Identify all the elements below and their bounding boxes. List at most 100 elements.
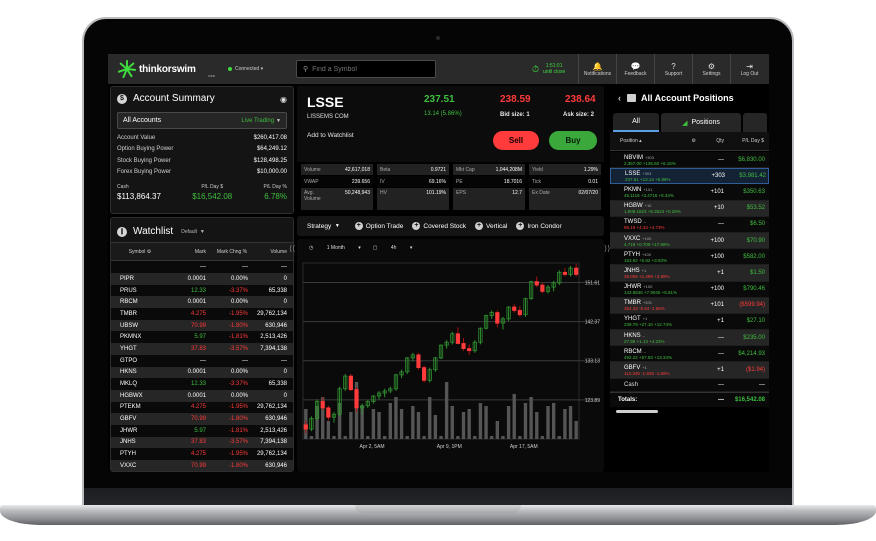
- position-row[interactable]: PTYH +100 153.92 +5.82 +3.93% +100 $582.00: [610, 249, 769, 266]
- col-pl-day[interactable]: P/L Day $: [724, 138, 767, 144]
- position-row[interactable]: JHWR +100 143.8846 +7.9046 +5.81% +100 $790…: [610, 281, 769, 298]
- logout-button[interactable]: ⇥ Log Out: [730, 54, 768, 84]
- watchlist-row[interactable]: PIPR 0.0001 0.00% 0: [111, 273, 293, 285]
- watchlist-row[interactable]: YHGT 37.83 -3.57% 7,394,138: [111, 343, 293, 355]
- watchlist-row[interactable]: HKNS 0.0001 0.00% 0: [111, 366, 293, 379]
- position-name: TWSD –96.19 +4.34 +4.73%: [610, 218, 694, 230]
- position-row[interactable]: RBCM –492.22 +57.93 +13.34% — $4,214.93: [610, 346, 769, 363]
- col-mark[interactable]: Mark: [169, 249, 206, 255]
- iron-condor-button[interactable]: + Iron Condor: [516, 222, 562, 230]
- add-to-watchlist-link[interactable]: Add to Watchlist: [307, 132, 354, 139]
- support-button[interactable]: ? Support: [654, 54, 692, 84]
- account-select[interactable]: All Accounts Live Trading ▼: [117, 112, 287, 129]
- position-qty: +101: [710, 188, 724, 195]
- vertical-label: Vertical: [486, 222, 508, 230]
- position-row[interactable]: HGBW +10 1,908.1823 +5.3523 +0.28% +10 $53.…: [610, 200, 769, 217]
- row-mark: 70.99: [190, 416, 206, 423]
- position-row[interactable]: NBVIM +303 2,357.00 +136.60 +6.15% — $6,830…: [610, 152, 769, 169]
- strategy-dropdown[interactable]: Strategy ▼: [307, 223, 340, 230]
- notifications-button[interactable]: 🔔 Notifications: [578, 54, 616, 84]
- position-row[interactable]: PKMN +101 45.1116 +3.4716 +8.34% +101 $350.…: [610, 184, 769, 201]
- collapse-left-handle[interactable]: ⟨⟨: [289, 244, 295, 253]
- col-mark-change[interactable]: Mark Chng %: [206, 249, 248, 255]
- horizontal-scrollbar[interactable]: [616, 409, 658, 413]
- col-position[interactable]: Position ▴: [610, 138, 670, 144]
- watchlist-row[interactable]: GTPO — — —: [111, 354, 293, 367]
- volume-bar: [518, 436, 522, 439]
- watchlist-row[interactable]: UBSW 70.99 -1.80% 630,946: [111, 319, 293, 332]
- watchlist-row[interactable]: TMBR 4.275 -1.95% 29,762,134: [111, 308, 293, 320]
- watchlist-row[interactable]: PRUS 12.33 -3.37% 65,338: [111, 284, 293, 297]
- logo[interactable]: thinkorswim WEB: [118, 60, 228, 78]
- feedback-button[interactable]: 💬 Feedback: [616, 54, 654, 84]
- symbol-search[interactable]: ⚲: [296, 60, 436, 78]
- position-row[interactable]: TMBR +101 354.33 -5.94 -1.65% +101 ($599.94…: [610, 297, 769, 314]
- volume-bar: [551, 403, 556, 439]
- position-pl: $53.52: [746, 205, 765, 212]
- position-row[interactable]: GBFV +1 112.345 -1.935 -1.69% +1 ($1.94): [610, 362, 769, 379]
- watchlist-row[interactable]: VXXC 70.99 -1.80% 630,946: [111, 460, 293, 471]
- watchlist-row[interactable]: PKMNX 5.97 -1.81% 2,513,426: [111, 331, 293, 344]
- position-quote: 153.92 +5.82 +3.93%: [624, 257, 668, 263]
- position-pl: $350.63: [743, 188, 765, 195]
- eye-icon[interactable]: ◉: [280, 95, 287, 104]
- search-input[interactable]: [312, 65, 428, 73]
- row-volume: 0: [283, 275, 287, 282]
- option-trade-button[interactable]: + Option Trade: [354, 222, 403, 230]
- volume-bar: [377, 412, 381, 439]
- gear-icon[interactable]: ⚙: [147, 249, 151, 255]
- covered-stock-button[interactable]: + Covered Stock: [412, 222, 466, 230]
- position-row[interactable]: VXXC +100 4.719 +0.709 +17.68% +100 $70.90: [610, 232, 769, 250]
- price-chart[interactable]: 151.61 142.37 133.13 123.89 Apr 2, 5AM Apr 9,…: [297, 259, 604, 472]
- tab-more[interactable]: [743, 113, 767, 132]
- tab-all[interactable]: All: [613, 113, 659, 132]
- settings-label: Settings: [702, 70, 721, 77]
- position-row[interactable]: TWSD –96.19 +4.34 +4.73% — $6.50: [610, 216, 769, 233]
- buy-button[interactable]: Buy: [549, 131, 597, 150]
- watchlist-select[interactable]: Default ▼: [181, 229, 205, 235]
- candle-body: [534, 281, 539, 286]
- back-icon[interactable]: ‹: [618, 93, 621, 103]
- candle-body: [354, 389, 359, 409]
- watchlist-row[interactable]: PTYH 4.275 -1.95% 29,762,134: [111, 448, 293, 460]
- range-select[interactable]: ◷ 1 Month ▾: [309, 245, 361, 251]
- settings-button[interactable]: ⚙ Settings: [692, 54, 730, 84]
- watchlist-row[interactable]: HGBWX 0.0001 0.00% 0: [111, 389, 293, 402]
- stat-cell: Volume 42,617,018: [301, 164, 373, 175]
- col-volume[interactable]: Volume: [248, 249, 291, 255]
- connection-status[interactable]: Connected ▾: [228, 66, 296, 72]
- sell-button[interactable]: Sell: [493, 131, 539, 150]
- position-name: HKNS –27.99 +1.13 +4.22%: [610, 332, 694, 344]
- candle-body: [574, 267, 579, 275]
- position-qty: +100: [710, 237, 724, 244]
- pl-pct-value: 6.78%: [264, 192, 287, 201]
- row-change: 0.00%: [230, 299, 248, 306]
- dollar-icon: $: [117, 93, 127, 104]
- watchlist-row[interactable]: JNHS 37.83 -3.57% 7,394,138: [111, 436, 293, 449]
- quote-panel: LSSE LISSEMS COM Add to Watchlist 237.51…: [297, 86, 604, 162]
- watchlist-row[interactable]: PTEKM 4.275 -1.95% 29,762,134: [111, 401, 293, 414]
- vertical-button[interactable]: + Vertical: [475, 222, 507, 230]
- plus-icon: +: [475, 222, 484, 230]
- position-qty-badge: +1: [641, 267, 647, 273]
- position-qty: +10: [713, 205, 724, 212]
- watchlist-row[interactable]: RBCM 0.0001 0.00% 0: [111, 296, 293, 309]
- interval-select[interactable]: ▢ 4h ▾: [373, 245, 413, 251]
- gear-icon[interactable]: ⚙: [670, 138, 702, 144]
- watchlist-row[interactable]: GBFV 70.99 -1.80% 630,946: [111, 413, 293, 425]
- row-change: -1.80%: [228, 462, 248, 469]
- position-row[interactable]: HKNS –27.99 +1.13 +4.22% — $235.00: [610, 330, 769, 347]
- stat-cell: EPS 12.7: [453, 188, 525, 210]
- positions-list: NBVIM +303 2,357.00 +136.60 +6.15% — $6,830…: [610, 152, 769, 413]
- watchlist-row[interactable]: JHWR 5.97 -1.81% 2,513,426: [111, 424, 293, 437]
- position-row[interactable]: LSSE +303 237.51 +13.14 +5.86% +303 $3,981.…: [610, 168, 769, 185]
- position-name: TMBR +101 354.33 -5.94 -1.65%: [610, 299, 694, 311]
- candle-body: [512, 306, 517, 311]
- position-row[interactable]: YHGT +1 239.79 +27.10 +12.74% +1 $27.10: [610, 313, 769, 331]
- col-symbol[interactable]: Symbol ⚙: [111, 249, 169, 255]
- watchlist-row[interactable]: MKLQ 12.33 -3.37% 65,338: [111, 378, 293, 390]
- tab-positions[interactable]: ◢ Positions: [661, 113, 741, 132]
- row-symbol: RBCM: [120, 299, 138, 306]
- position-row[interactable]: JNHS +1 39.059 +1.499 +3.99% +1 $1.50: [610, 265, 769, 282]
- col-qty[interactable]: Qty: [702, 138, 724, 144]
